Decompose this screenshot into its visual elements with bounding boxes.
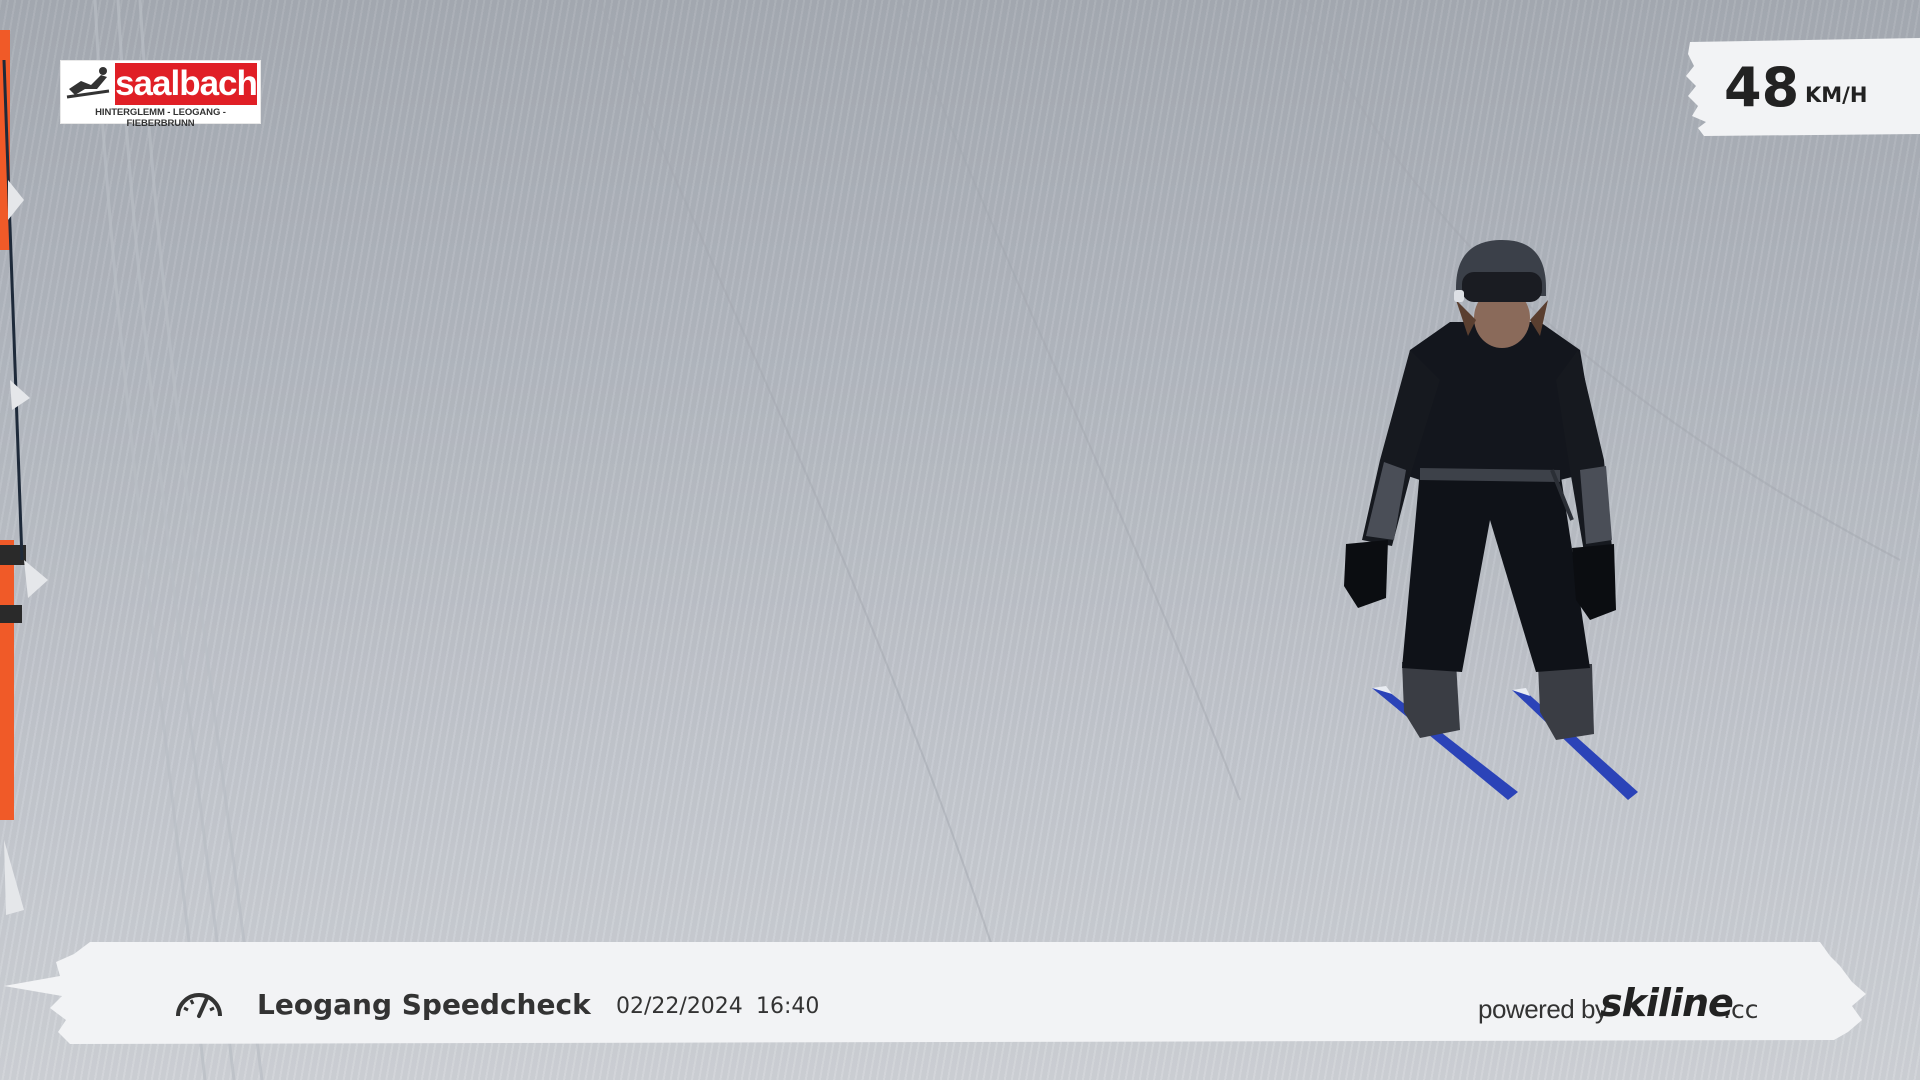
fence-flag [8, 180, 24, 220]
speed-badge-background [1686, 38, 1920, 136]
resort-logo: saalbach HINTERGLEMM - LEOGANG - FIEBERB… [60, 60, 261, 129]
corduroy-tracks [93, 0, 264, 1080]
boot-left [1402, 662, 1460, 738]
skier [1344, 240, 1638, 800]
fence-clamp [0, 605, 22, 623]
location-title: Leogang Speedcheck [257, 988, 591, 1021]
powered-by-label: powered by [1478, 994, 1608, 1024]
safety-fence [0, 30, 48, 915]
fence-pole-lower [0, 540, 14, 820]
boot-right [1538, 664, 1594, 740]
info-bar: Leogang Speedcheck 02/22/2024 16:40 powe… [0, 936, 1920, 1056]
speed-badge: 48 KM/H [1684, 36, 1920, 140]
goggles [1462, 272, 1542, 302]
ski-slope-photo: saalbach HINTERGLEMM - LEOGANG - FIEBERB… [0, 0, 1920, 1080]
fence-flag [10, 380, 30, 410]
glove-left [1344, 540, 1388, 608]
date-label: 02/22/2024 [616, 994, 743, 1019]
speed-value: 48 [1724, 56, 1800, 119]
skier-legs [1402, 470, 1590, 672]
speedometer-icon [176, 993, 222, 1018]
skiline-brand-name: skiline [1600, 981, 1734, 1025]
skier-icon [63, 63, 113, 105]
time-label: 16:40 [756, 994, 820, 1019]
fence-flag [24, 560, 48, 598]
logo-brand-text: saalbach [115, 63, 258, 105]
slope-scene [0, 0, 1901, 1080]
ski-tracks [599, 0, 1901, 1001]
skiline-brand-tld: .cc [1723, 995, 1759, 1024]
speed-unit: KM/H [1805, 83, 1868, 107]
logo-tagline: HINTERGLEMM - LEOGANG - FIEBERBRUNN [95, 107, 226, 129]
fence-net-line [2, 59, 24, 561]
fence-flag [4, 840, 24, 915]
